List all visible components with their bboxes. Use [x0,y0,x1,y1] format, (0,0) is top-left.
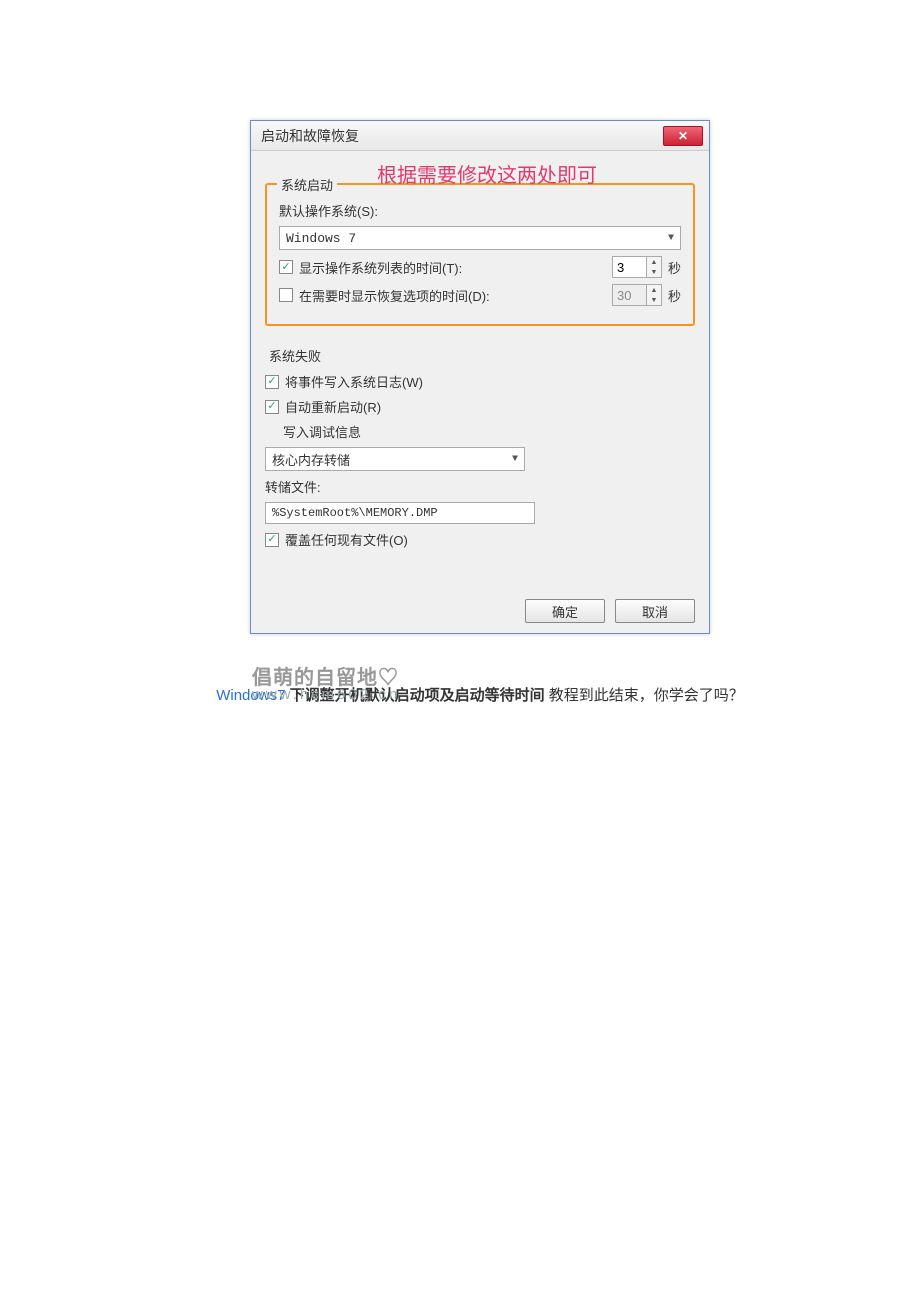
show-recovery-value [612,284,646,306]
dump-file-field[interactable]: %SystemRoot%\MEMORY.DMP [265,502,535,524]
caption-rest: 教程到此结束，你学会了吗？ [545,687,744,704]
dump-file-label: 转储文件: [265,477,321,496]
cancel-button[interactable]: 取消 [615,599,695,623]
dialog-title: 启动和故障恢复 [261,126,359,146]
dump-file-value: %SystemRoot%\MEMORY.DMP [272,506,438,520]
seconds-unit: 秒 [668,258,681,277]
auto-restart-row: ✓ 自动重新启动(R) [265,397,695,416]
ok-button[interactable]: 确定 [525,599,605,623]
write-log-row: ✓ 将事件写入系统日志(W) [265,372,695,391]
show-os-list-checkbox[interactable]: ✓ [279,260,293,274]
spinner-up-icon: ▲ [647,285,661,295]
debug-info-label-row: 写入调试信息 [265,422,695,441]
show-recovery-label: 在需要时显示恢复选项的时间(D): [299,286,490,305]
debug-type-value: 核心内存转储 [272,450,350,469]
seconds-unit: 秒 [668,286,681,305]
show-os-list-spinner[interactable]: ▲ ▼ [612,256,662,278]
debug-info-label: 写入调试信息 [283,422,361,441]
tutorial-caption: Windows7 下调整开机默认启动项及启动等待时间 教程到此结束，你学会了吗？ [170,684,790,705]
spinner-buttons[interactable]: ▲ ▼ [646,256,662,278]
dump-file-label-row: 转储文件: [265,477,695,496]
overwrite-row: ✓ 覆盖任何现有文件(O) [265,530,695,549]
chevron-down-icon: ▼ [512,454,518,465]
show-os-list-row: ✓ 显示操作系统列表的时间(T): ▲ ▼ 秒 [279,256,681,278]
show-recovery-row: 在需要时显示恢复选项的时间(D): ▲ ▼ 秒 [279,284,681,306]
show-os-list-label: 显示操作系统列表的时间(T): [299,258,462,277]
group-label-startup: 系统启动 [277,175,337,194]
chevron-down-icon: ▼ [668,233,674,244]
caption-keyword: Windows7 [216,687,285,704]
show-recovery-checkbox[interactable] [279,288,293,302]
default-os-label: 默认操作系统(S): [279,201,378,220]
debug-type-combo[interactable]: 核心内存转储 ▼ [265,447,525,471]
spinner-up-icon[interactable]: ▲ [647,257,661,267]
overwrite-checkbox[interactable]: ✓ [265,533,279,547]
show-os-list-value[interactable] [612,256,646,278]
group-system-failure: 系统失败 ✓ 将事件写入系统日志(W) ✓ 自动重新启动(R) 写入调试信息 核… [265,356,695,567]
dialog-button-row: 确定 取消 [251,593,709,633]
spinner-buttons: ▲ ▼ [646,284,662,306]
overwrite-label: 覆盖任何现有文件(O) [285,530,408,549]
annotation-text: 根据需要修改这两处即可 [377,159,597,188]
auto-restart-label: 自动重新启动(R) [285,397,381,416]
titlebar: 启动和故障恢复 ✕ [251,121,709,151]
spinner-down-icon: ▼ [647,295,661,305]
startup-recovery-dialog: 启动和故障恢复 ✕ 根据需要修改这两处即可 系统启动 默认操作系统(S): Wi… [250,120,710,634]
spinner-down-icon[interactable]: ▼ [647,267,661,277]
group-label-failure: 系统失败 [265,346,325,365]
write-log-label: 将事件写入系统日志(W) [285,372,423,391]
auto-restart-checkbox[interactable]: ✓ [265,400,279,414]
default-os-combo[interactable]: Windows 7 ▼ [279,226,681,250]
default-os-value: Windows 7 [286,231,356,246]
close-icon: ✕ [678,129,688,143]
default-os-label-row: 默认操作系统(S): [279,201,681,220]
group-system-startup: 根据需要修改这两处即可 系统启动 默认操作系统(S): Windows 7 ▼ … [265,183,695,326]
close-button[interactable]: ✕ [663,126,703,146]
caption-bold: 下调整开机默认启动项及启动等待时间 [285,687,544,704]
dialog-content: 根据需要修改这两处即可 系统启动 默认操作系统(S): Windows 7 ▼ … [251,151,709,593]
write-log-checkbox[interactable]: ✓ [265,375,279,389]
show-recovery-spinner[interactable]: ▲ ▼ [612,284,662,306]
